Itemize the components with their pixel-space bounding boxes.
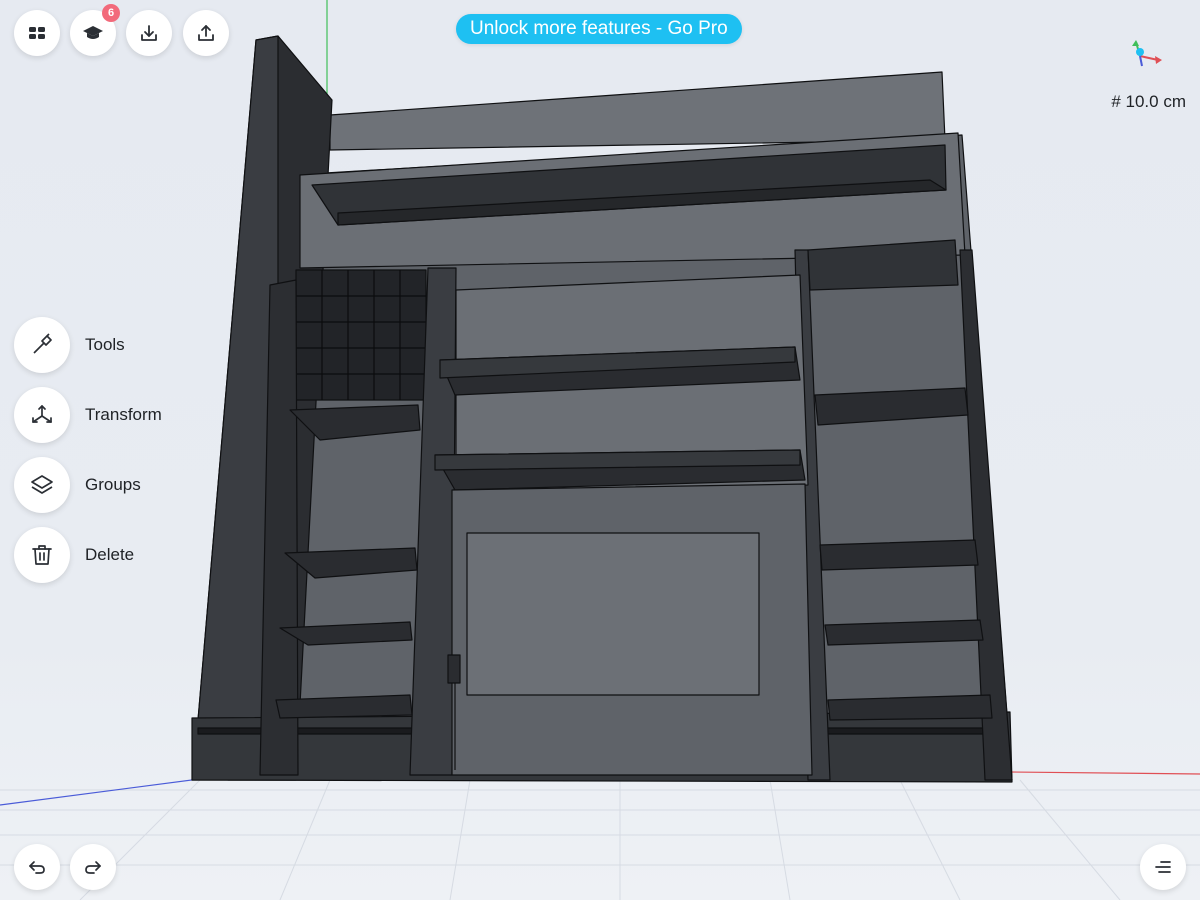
transform-button[interactable]: Transform [14,387,162,443]
delete-label: Delete [85,545,135,564]
learn-button[interactable]: 6 [70,4,120,56]
layers-icon [31,475,53,494]
tools-button[interactable]: Tools [14,317,125,373]
share-icon [198,25,214,41]
grid-hash-icon: # [1111,92,1121,111]
list-menu-icon [1155,861,1171,873]
graduation-cap-icon [83,26,103,39]
groups-label: Groups [85,475,141,494]
redo-button[interactable] [70,844,116,890]
menu-grid-icon [29,27,45,39]
undo-button[interactable] [14,844,60,890]
share-button[interactable] [183,10,229,56]
undo-icon [29,861,45,874]
floor-grid [0,779,1200,900]
grid-size-readout: # 10.0 cm [1111,92,1186,112]
learn-badge: 6 [102,4,120,22]
trash-icon [32,545,52,565]
transform-icon [32,405,52,423]
tools-label: Tools [85,335,125,354]
grid-size-value: 10.0 cm [1125,92,1186,111]
groups-button[interactable]: Groups [14,457,141,513]
import-icon [141,25,157,41]
menu-button[interactable] [14,10,60,56]
delete-button[interactable]: Delete [14,527,134,583]
transform-label: Transform [85,405,162,424]
list-menu-button[interactable] [1140,844,1186,890]
3d-viewport[interactable] [0,0,1200,900]
grid-compartment [295,269,427,401]
redo-icon [85,861,101,874]
hammer-icon [33,333,52,354]
axis-gizmo-icon[interactable] [1128,38,1168,70]
go-pro-button[interactable]: Unlock more features - Go Pro [456,14,742,44]
cabinet-model[interactable] [191,35,1013,783]
import-button[interactable] [126,10,172,56]
x-axis-line [1009,771,1200,775]
